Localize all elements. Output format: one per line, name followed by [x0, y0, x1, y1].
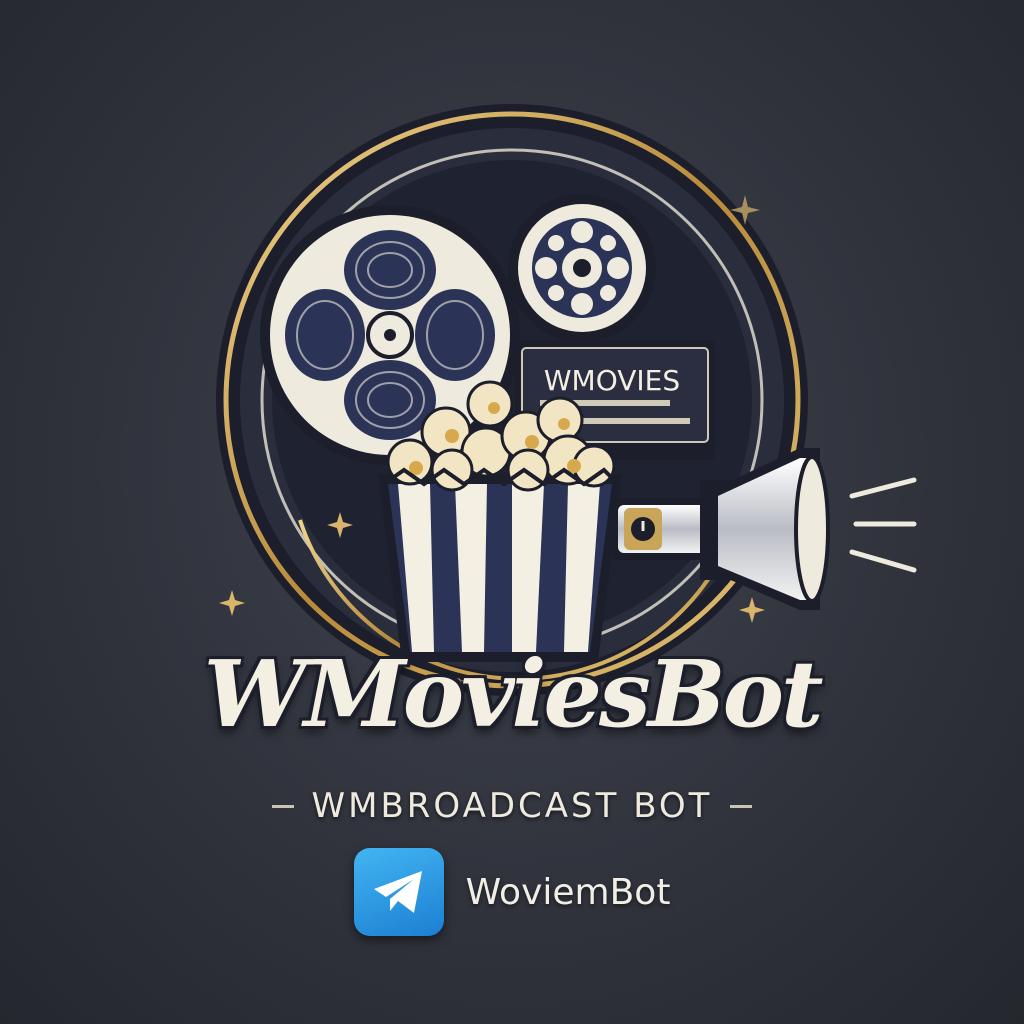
brand-title: WMoviesBot	[203, 640, 824, 748]
camera-screen-text: WMOVIES	[544, 364, 680, 397]
tagline-row: WMBROADCAST BOT	[0, 786, 1024, 826]
telegram-icon	[353, 848, 444, 936]
tagline-dash-left	[271, 804, 294, 808]
telegram-handle-row: WoviemBot	[0, 848, 1024, 936]
film-reel-icon	[260, 205, 520, 465]
telegram-handle: WoviemBot	[465, 871, 671, 913]
tagline-dash-right	[730, 804, 753, 808]
tagline: WMBROADCAST BOT	[311, 786, 713, 826]
